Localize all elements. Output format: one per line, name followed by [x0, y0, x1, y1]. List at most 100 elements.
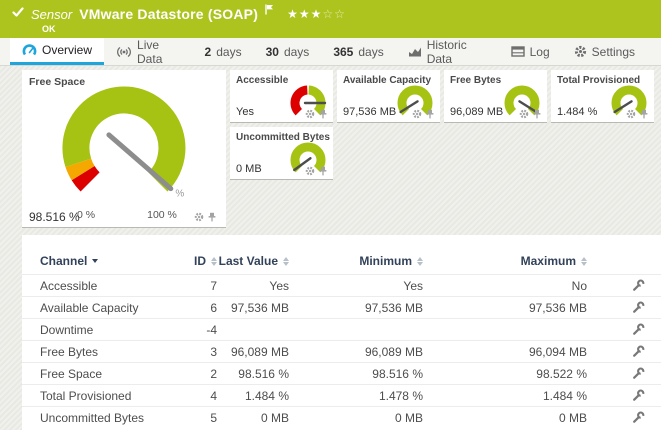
- gear-icon[interactable]: [626, 109, 636, 119]
- column-header-id[interactable]: ID: [162, 254, 217, 268]
- cell-last: 97,536 MB: [217, 301, 289, 315]
- gauge-icon: [22, 44, 37, 56]
- tab-overview[interactable]: Overview: [10, 38, 104, 65]
- tab-live-data[interactable]: Live Data: [104, 38, 193, 65]
- cell-max: 98.522 %: [423, 367, 587, 381]
- wrench-icon[interactable]: [632, 411, 645, 424]
- tab-2-days[interactable]: 2days: [193, 38, 254, 65]
- pin-icon[interactable]: [318, 109, 328, 119]
- pin-icon[interactable]: [425, 109, 435, 119]
- gear-icon[interactable]: [305, 166, 315, 176]
- pin-icon[interactable]: [532, 109, 542, 119]
- wrench-icon[interactable]: [632, 279, 645, 292]
- cell-id: 7: [162, 279, 217, 293]
- gear-icon: [574, 45, 587, 58]
- wrench-icon[interactable]: [632, 301, 645, 314]
- cell-max: 96,094 MB: [423, 345, 587, 359]
- gauge-value: 0 MB: [236, 163, 262, 175]
- free-space-gauge-dial: %0 %100 %: [28, 82, 220, 222]
- tab-log[interactable]: Log: [499, 38, 562, 65]
- cell-min: 97,536 MB: [289, 301, 423, 315]
- gear-icon[interactable]: [519, 109, 529, 119]
- cell-last: Yes: [217, 279, 289, 293]
- flag-icon[interactable]: [265, 2, 274, 20]
- cell-id: 4: [162, 389, 217, 403]
- small-gauge-grid: AccessibleYesAvailable Capacity97,536 MB…: [230, 70, 654, 180]
- tab-30-days[interactable]: 30 days: [254, 38, 322, 65]
- cell-last: 96,089 MB: [217, 345, 289, 359]
- cell-max: 1.484 %: [423, 389, 587, 403]
- table-row: Uncommitted Bytes50 MB0 MB0 MB: [22, 406, 661, 428]
- cell-max: 0 MB: [423, 411, 587, 425]
- cell-last: 1.484 %: [217, 389, 289, 403]
- gear-icon[interactable]: [305, 109, 315, 119]
- cell-max: 97,536 MB: [423, 301, 587, 315]
- cell-id: 3: [162, 345, 217, 359]
- cell-min: 0 MB: [289, 411, 423, 425]
- tab-label: days: [216, 45, 241, 59]
- column-header-max[interactable]: Maximum: [423, 254, 587, 268]
- column-header-last[interactable]: Last Value: [217, 254, 289, 268]
- gauge-title: Accessible: [236, 75, 288, 86]
- pin-icon[interactable]: [207, 212, 217, 222]
- wrench-icon[interactable]: [632, 389, 645, 402]
- column-label: Minimum: [359, 254, 412, 268]
- tab-label: Live Data: [137, 38, 181, 66]
- pin-icon[interactable]: [318, 166, 328, 176]
- tab-historic-data[interactable]: Historic Data: [396, 38, 499, 65]
- gear-icon[interactable]: [194, 212, 204, 222]
- gauge-uncommitted-bytes: Uncommitted Bytes0 MB: [230, 127, 333, 180]
- tab-label: Historic Data: [427, 38, 487, 66]
- tab-label: Overview: [42, 43, 92, 57]
- cell-channel[interactable]: Free Space: [40, 367, 162, 381]
- tab-number: 30: [266, 45, 279, 59]
- live-data-icon: [116, 46, 132, 58]
- cell-id: 6: [162, 301, 217, 315]
- cell-last: 0 MB: [217, 411, 289, 425]
- cell-channel[interactable]: Downtime: [40, 323, 162, 337]
- cell-channel[interactable]: Accessible: [40, 279, 162, 293]
- cell-channel[interactable]: Free Bytes: [40, 345, 162, 359]
- page-title: VMware Datastore (SOAP): [79, 6, 258, 22]
- cell-actions: [587, 411, 661, 424]
- sort-icon: [581, 257, 587, 266]
- wrench-icon[interactable]: [632, 367, 645, 380]
- tab-label: days: [284, 45, 309, 59]
- wrench-icon[interactable]: [632, 345, 645, 358]
- wrench-icon[interactable]: [632, 323, 645, 336]
- cell-actions: [587, 389, 661, 402]
- cell-id: 5: [162, 411, 217, 425]
- gauge-title: Free Bytes: [450, 75, 501, 86]
- column-header-min[interactable]: Minimum: [289, 254, 423, 268]
- cell-channel[interactable]: Available Capacity: [40, 301, 162, 315]
- column-header-channel[interactable]: Channel: [40, 254, 162, 268]
- cell-min: 96,089 MB: [289, 345, 423, 359]
- cell-actions: [587, 301, 661, 314]
- tab-label: days: [358, 45, 383, 59]
- column-label: Last Value: [219, 254, 278, 268]
- tab-settings[interactable]: Settings: [562, 38, 647, 65]
- cell-min: Yes: [289, 279, 423, 293]
- tab-bar: OverviewLive Data2days30days365daysHisto…: [0, 38, 661, 66]
- column-label: Maximum: [521, 254, 576, 268]
- cell-actions: [587, 279, 661, 292]
- sort-desc-icon: [92, 259, 98, 263]
- cell-channel[interactable]: Uncommitted Bytes: [40, 411, 162, 425]
- tab-365-days[interactable]: 365days: [321, 38, 395, 65]
- column-label: Channel: [40, 254, 87, 268]
- cell-max: No: [423, 279, 587, 293]
- tab-label: Log: [530, 45, 550, 59]
- pin-icon[interactable]: [639, 109, 649, 119]
- gauge-value: 96,089 MB: [450, 106, 503, 118]
- stars-filled: ★★★: [287, 7, 322, 21]
- table-row: Free Space298.516 %98.516 %98.522 %: [22, 362, 661, 384]
- overview-content: Free Space %0 %100 % 98.516 % Accessible…: [0, 66, 661, 430]
- channel-table-header: Channel IDLast Value Minimum Maximum: [22, 248, 661, 274]
- priority-stars[interactable]: ★★★☆☆: [287, 7, 346, 21]
- cell-channel[interactable]: Total Provisioned: [40, 389, 162, 403]
- gauge-scale-label: %: [175, 189, 184, 200]
- status-badge: OK: [42, 24, 649, 34]
- gear-icon[interactable]: [412, 109, 422, 119]
- channel-table-body: Accessible7YesYesNoAvailable Capacity697…: [22, 274, 661, 428]
- table-row: Accessible7YesYesNo: [22, 274, 661, 296]
